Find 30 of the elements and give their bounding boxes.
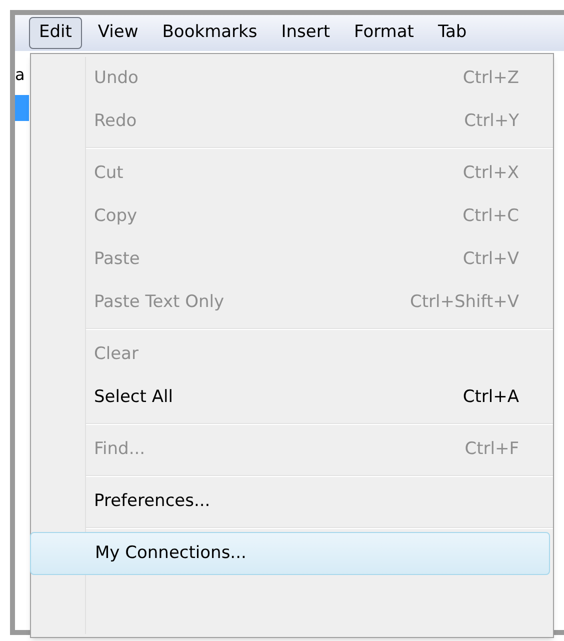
menu-item-label: Paste Text Only bbox=[94, 290, 224, 314]
cell-text: a bbox=[15, 67, 26, 83]
shortcut-label: Ctrl+V bbox=[462, 248, 519, 271]
shortcut-label: Ctrl+A bbox=[462, 386, 519, 409]
shortcut-label: Ctrl+F bbox=[464, 438, 519, 461]
menu-bar-item[interactable]: Edit bbox=[29, 17, 82, 49]
shortcut-label: Ctrl+Z bbox=[462, 66, 519, 90]
menu-item-label: Select All bbox=[94, 386, 173, 409]
shortcut-label: Ctrl+C bbox=[462, 204, 519, 228]
menu-item-label: Copy bbox=[94, 204, 138, 228]
selected-row bbox=[15, 95, 29, 121]
shortcut-label: Ctrl+Y bbox=[464, 110, 519, 133]
menu-item-label: Paste bbox=[94, 248, 140, 271]
menu-item-label: My Connections... bbox=[95, 542, 246, 565]
shortcut-label: Ctrl+X bbox=[462, 162, 519, 185]
shortcut-label: Ctrl+Shift+V bbox=[410, 290, 519, 314]
menu-item-label: Cut bbox=[94, 162, 124, 185]
menu-bar-item[interactable]: Bookmarks bbox=[156, 17, 264, 49]
menu-item-label: Clear bbox=[94, 342, 138, 366]
menu-item-label: Find... bbox=[94, 438, 146, 461]
menu-bar-item[interactable]: Insert bbox=[275, 17, 336, 49]
menu-item-label: Preferences... bbox=[94, 490, 210, 513]
menu-bar-item[interactable]: Format bbox=[348, 17, 420, 49]
menu-bar-item[interactable]: Tab bbox=[432, 17, 473, 49]
menu-item[interactable]: Select All Ctrl+A bbox=[86, 376, 553, 419]
menu-item-label: Redo bbox=[94, 110, 137, 133]
menu-item[interactable]: My Connections... bbox=[30, 532, 550, 575]
menu-item-label: Undo bbox=[94, 66, 138, 90]
menu-bar-item[interactable]: View bbox=[92, 17, 144, 49]
menu-item[interactable]: Preferences... bbox=[86, 480, 553, 523]
